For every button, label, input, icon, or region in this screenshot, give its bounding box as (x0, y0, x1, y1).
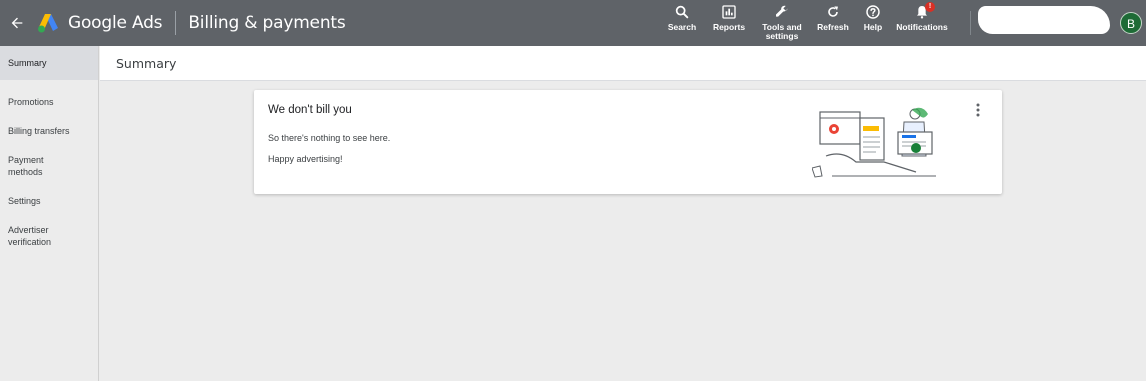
account-info-redacted[interactable] (978, 6, 1110, 34)
page-heading: Billing & payments (188, 13, 346, 33)
notification-badge: ! (925, 2, 935, 12)
refresh-label: Refresh (817, 22, 849, 32)
sidebar-item-label-line2: methods (8, 167, 43, 177)
toolbar-divider (970, 11, 971, 35)
reports-label: Reports (712, 22, 746, 32)
card-title: We don't bill you (268, 104, 352, 116)
search-button[interactable]: Search (662, 0, 702, 32)
tools-and-settings-button[interactable]: Tools and settings (756, 0, 808, 41)
more-vert-icon[interactable] (972, 102, 984, 118)
notifications-label: Notifications (896, 22, 948, 32)
sidebar-item-label-line2: verification (8, 237, 52, 247)
card-message: So there's nothing to see here. (268, 133, 391, 143)
reports-icon (722, 5, 736, 19)
help-button[interactable]: Help (856, 0, 890, 32)
back-arrow-icon (11, 17, 23, 29)
search-label: Search (667, 22, 697, 32)
sidebar-item-billing-transfers[interactable]: Billing transfers (0, 125, 98, 137)
top-app-bar: Google Ads Billing & payments Search Rep… (0, 0, 1146, 46)
sidebar-item-advertiser-verification[interactable]: Advertiser verification (0, 224, 98, 248)
refresh-button[interactable]: Refresh (812, 0, 854, 32)
sidebar-item-label: Promotions (8, 97, 54, 107)
avatar[interactable]: B (1120, 12, 1142, 34)
card-message-secondary: Happy advertising! (268, 154, 343, 164)
notifications-button[interactable]: ! Notifications (892, 0, 952, 32)
refresh-icon (828, 6, 838, 17)
sidebar: Summary Promotions Billing transfers Pay… (0, 46, 99, 381)
wrench-icon (776, 5, 788, 17)
sidebar-item-settings[interactable]: Settings (0, 195, 98, 207)
back-button[interactable] (0, 0, 34, 46)
google-ads-logo[interactable]: Google Ads (36, 12, 163, 34)
toolbar: Search Reports Tools and settings Refres… (662, 0, 952, 46)
title-divider (175, 11, 177, 35)
billing-illustration (812, 107, 936, 178)
summary-card: We don't bill you So there's nothing to … (254, 90, 1002, 194)
reports-button[interactable]: Reports (706, 0, 752, 32)
sidebar-item-promotions[interactable]: Promotions (0, 96, 98, 108)
sidebar-item-summary[interactable]: Summary (0, 46, 98, 80)
sidebar-item-label: Settings (8, 196, 41, 206)
sidebar-item-payment-methods[interactable]: Payment methods (0, 154, 98, 178)
sidebar-item-label-line1: Advertiser (8, 225, 49, 235)
google-ads-logo-icon (38, 14, 58, 33)
product-name: Google Ads (68, 13, 163, 33)
sidebar-item-label: Summary (8, 58, 47, 68)
sidebar-item-label: Payment methods (8, 154, 44, 178)
sidebar-item-label: Advertiser verification (8, 224, 51, 248)
sidebar-item-label-line1: Payment (8, 155, 44, 165)
tools-label-line2: settings (765, 31, 799, 41)
section-title: Summary (116, 56, 177, 71)
search-icon (675, 5, 689, 19)
section-header: Summary (100, 46, 1146, 81)
help-label: Help (863, 22, 883, 32)
help-icon (866, 5, 880, 19)
sidebar-item-label: Billing transfers (8, 126, 70, 136)
